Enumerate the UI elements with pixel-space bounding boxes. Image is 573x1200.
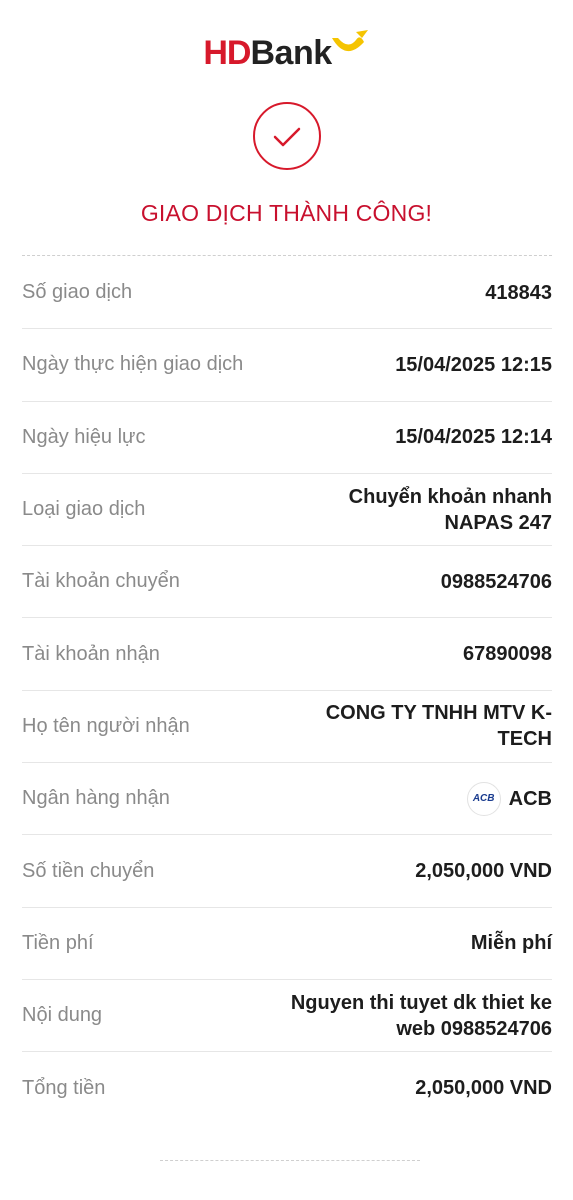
- logo-bank-text: Bank: [250, 34, 332, 72]
- logo-hd-text: HD: [203, 34, 251, 72]
- detail-label: Tổng tiền: [22, 1076, 106, 1099]
- detail-label: Tiền phí: [22, 931, 94, 954]
- detail-value: 2,050,000 VND: [415, 860, 552, 883]
- transaction-details-list: Số giao dịch 418843 Ngày thực hiện giao …: [22, 257, 552, 1125]
- detail-row-recipient-bank: Ngân hàng nhận ACB ACB: [22, 763, 552, 836]
- bank-name: ACB: [508, 787, 552, 810]
- detail-row-content: Nội dung Nguyen thi tuyet dk thiet ke we…: [22, 980, 552, 1053]
- detail-row-recipient-name: Họ tên người nhận CONG TY TNHH MTV K-TEC…: [22, 691, 552, 764]
- detail-row-effective-date: Ngày hiệu lực 15/04/2025 12:14: [22, 402, 552, 474]
- detail-value: 15/04/2025 12:15: [395, 353, 552, 376]
- detail-value: 67890098: [463, 643, 552, 666]
- dashed-divider-top: [22, 255, 552, 256]
- detail-label: Ngân hàng nhận: [22, 787, 170, 810]
- detail-value: Nguyen thi tuyet dk thiet ke web 0988524…: [290, 991, 552, 1040]
- detail-label: Ngày thực hiện giao dịch: [22, 353, 244, 376]
- check-circle-icon: [253, 102, 321, 170]
- detail-value: ACB ACB: [466, 781, 552, 816]
- detail-row-transaction-id: Số giao dịch 418843: [22, 257, 552, 330]
- detail-label: Ngày hiệu lực: [22, 425, 146, 448]
- detail-label: Số tiền chuyển: [22, 859, 155, 882]
- detail-value: CONG TY TNHH MTV K-TECH: [325, 702, 552, 751]
- dashed-divider-bottom: [160, 1160, 420, 1161]
- detail-row-destination-account: Tài khoản nhận 67890098: [22, 618, 552, 691]
- detail-label: Tài khoản nhận: [22, 642, 160, 665]
- transaction-status-title: GIAO DỊCH THÀNH CÔNG!: [140, 200, 433, 226]
- detail-label: Họ tên người nhận: [22, 714, 190, 737]
- detail-label: Loại giao dịch: [22, 498, 146, 521]
- detail-value: 2,050,000 VND: [415, 1077, 552, 1100]
- detail-row-source-account: Tài khoản chuyển 0988524706: [22, 546, 552, 619]
- detail-row-transaction-type: Loại giao dịch Chuyển khoản nhanh NAPAS …: [22, 474, 552, 547]
- sun-logo-icon: [331, 30, 368, 52]
- detail-value: Miễn phí: [470, 932, 552, 955]
- hdbank-logo: HDBank: [0, 30, 573, 84]
- detail-row-fee: Tiền phí Miễn phí: [22, 908, 552, 980]
- acb-bank-logo-icon: ACB: [466, 781, 501, 816]
- detail-row-total: Tổng tiền 2,050,000 VND: [22, 1052, 552, 1124]
- detail-label: Nội dung: [22, 1004, 103, 1027]
- detail-value: 15/04/2025 12:14: [395, 426, 552, 449]
- detail-row-execution-date: Ngày thực hiện giao dịch 15/04/2025 12:1…: [22, 329, 552, 402]
- detail-label: Tài khoản chuyển: [22, 570, 180, 593]
- detail-label: Số giao dịch: [22, 281, 133, 304]
- detail-value: Chuyển khoản nhanh NAPAS 247: [348, 485, 552, 534]
- detail-value: 0988524706: [440, 570, 552, 593]
- detail-row-transfer-amount: Số tiền chuyển 2,050,000 VND: [22, 835, 552, 908]
- detail-value: 418843: [485, 281, 552, 304]
